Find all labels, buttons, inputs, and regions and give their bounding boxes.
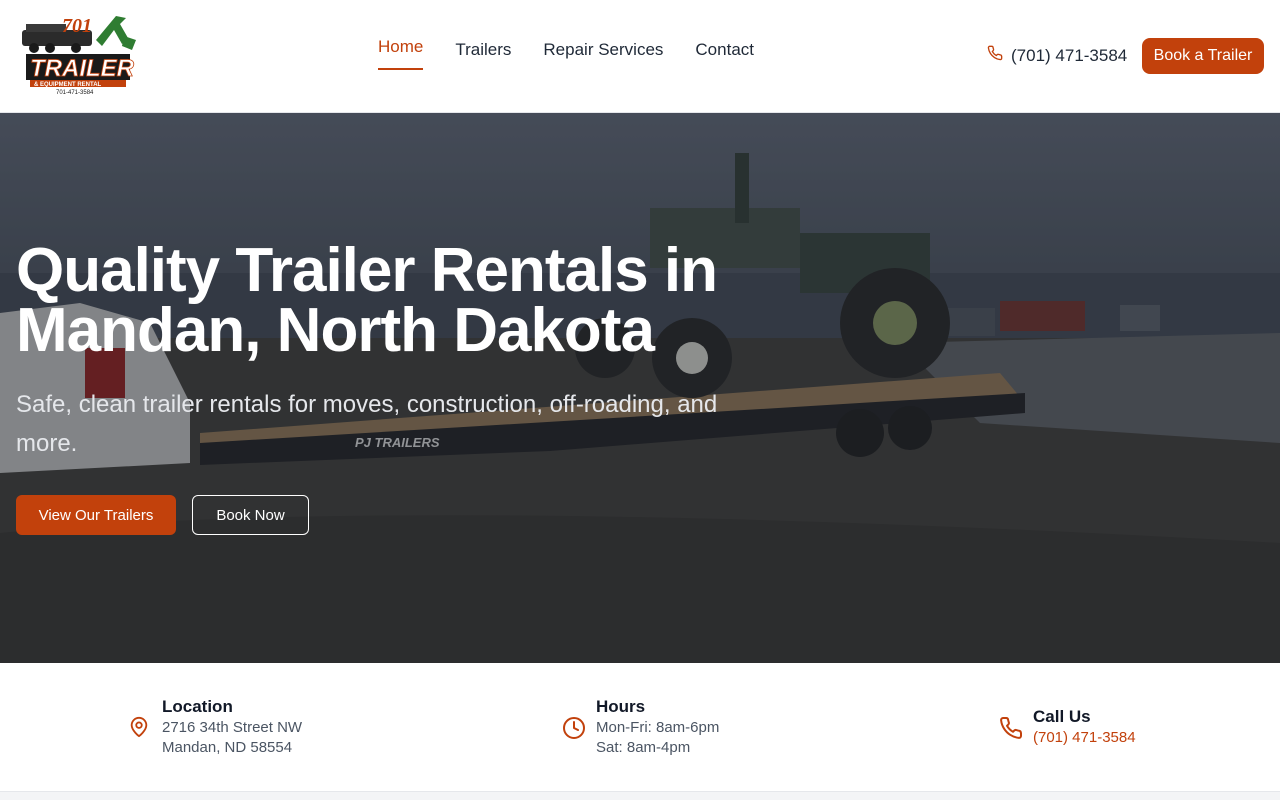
site-header: 701 TRAILER & EQUIPMENT RENTAL 701-471-3… (0, 0, 1280, 113)
call-title: Call Us (1033, 707, 1091, 726)
site-logo[interactable]: 701 TRAILER & EQUIPMENT RENTAL 701-471-3… (16, 10, 142, 98)
location-address-line1: 2716 34th Street NW (162, 719, 303, 736)
main-nav: Home Trailers Repair Services Contact (378, 37, 754, 70)
svg-text:701: 701 (62, 15, 92, 37)
svg-text:701-471-3584: 701-471-3584 (56, 90, 94, 96)
hero-subtitle: Safe, clean trailer rentals for moves, c… (16, 391, 718, 457)
hours-title: Hours (596, 697, 646, 716)
hours-weekday: Mon-Fri: 8am-6pm (596, 719, 720, 736)
location-title: Location (162, 697, 233, 716)
hero-section: PJ TRAILERS Quality Trailer Rentals in M… (0, 113, 1280, 663)
view-trailers-button[interactable]: View Our Trailers (16, 495, 176, 535)
nav-home[interactable]: Home (378, 37, 424, 70)
info-bar: Location 2716 34th Street NW Mandan, ND … (0, 663, 1280, 792)
book-trailer-button[interactable]: Book a Trailer (1142, 38, 1264, 74)
phone-icon (987, 45, 1003, 66)
location-address-line2: Mandan, ND 58554 (162, 739, 293, 756)
map-pin-icon (128, 716, 150, 738)
section-divider (0, 791, 1280, 800)
hours-block: Hours Mon-Fri: 8am-6pm Sat: 8am-4pm (562, 696, 719, 758)
header-phone-link[interactable]: (701) 471-3584 (987, 45, 1127, 66)
header-phone-text: (701) 471-3584 (1011, 45, 1128, 65)
svg-text:TRAILER: TRAILER (30, 55, 135, 82)
svg-text:& EQUIPMENT RENTAL: & EQUIPMENT RENTAL (34, 82, 102, 88)
call-phone-link[interactable]: (701) 471-3584 (1033, 729, 1136, 746)
location-block: Location 2716 34th Street NW Mandan, ND … (128, 696, 302, 758)
call-block: Call Us (701) 471-3584 (999, 706, 1136, 748)
nav-trailers[interactable]: Trailers (455, 40, 511, 70)
clock-icon (562, 716, 585, 739)
book-now-button[interactable]: Book Now (192, 495, 309, 535)
hours-saturday: Sat: 8am-4pm (596, 739, 691, 756)
hero-title: Quality Trailer Rentals in Mandan, North… (16, 236, 718, 365)
nav-repair-services[interactable]: Repair Services (543, 40, 663, 70)
phone-icon (999, 716, 1023, 739)
nav-contact[interactable]: Contact (695, 40, 754, 70)
